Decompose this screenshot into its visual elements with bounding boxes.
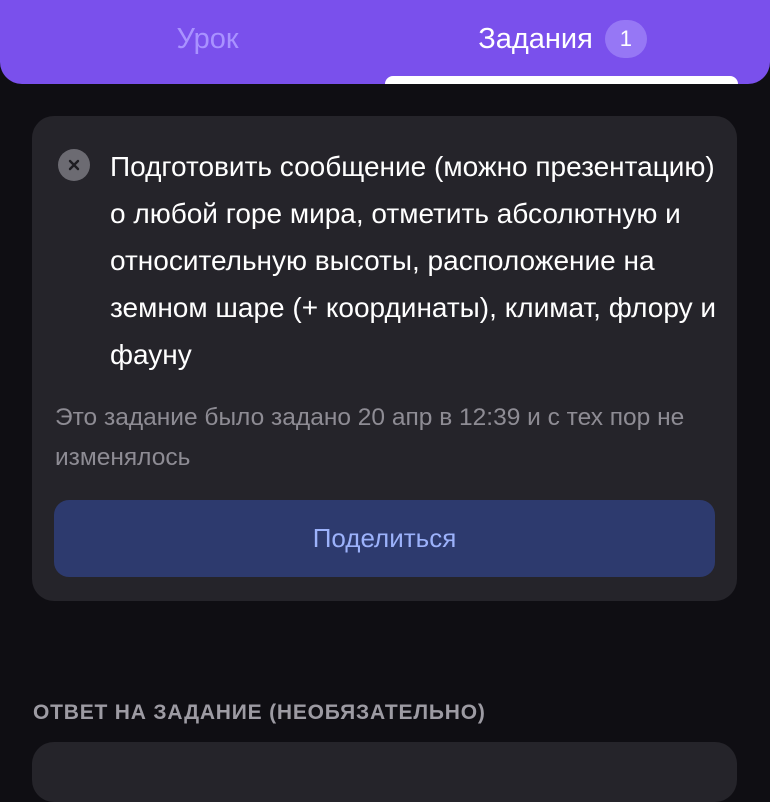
tasks-count-badge: 1	[604, 20, 647, 58]
active-tab-indicator	[385, 76, 738, 84]
tab-lesson-label: Урок	[176, 23, 239, 55]
answer-section-heading: ОТВЕТ НА ЗАДАНИЕ (НЕОБЯЗАТЕЛЬНО)	[33, 701, 486, 724]
close-icon-glyph	[68, 159, 80, 171]
close-icon	[58, 149, 90, 181]
tab-tasks-label: Задания	[478, 23, 593, 55]
answer-card[interactable]	[32, 742, 737, 802]
tab-tasks[interactable]: Задания 1	[385, 0, 740, 84]
tab-bar: Урок Задания 1	[0, 0, 770, 84]
task-card: Подготовить сообщение (можно презентацию…	[32, 116, 737, 601]
task-description: Подготовить сообщение (можно презентацию…	[110, 151, 717, 370]
share-button[interactable]: Поделиться	[54, 500, 715, 577]
tab-lesson[interactable]: Урок	[20, 0, 395, 84]
task-assigned-info: Это задание было задано 20 апр в 12:39 и…	[55, 404, 685, 471]
